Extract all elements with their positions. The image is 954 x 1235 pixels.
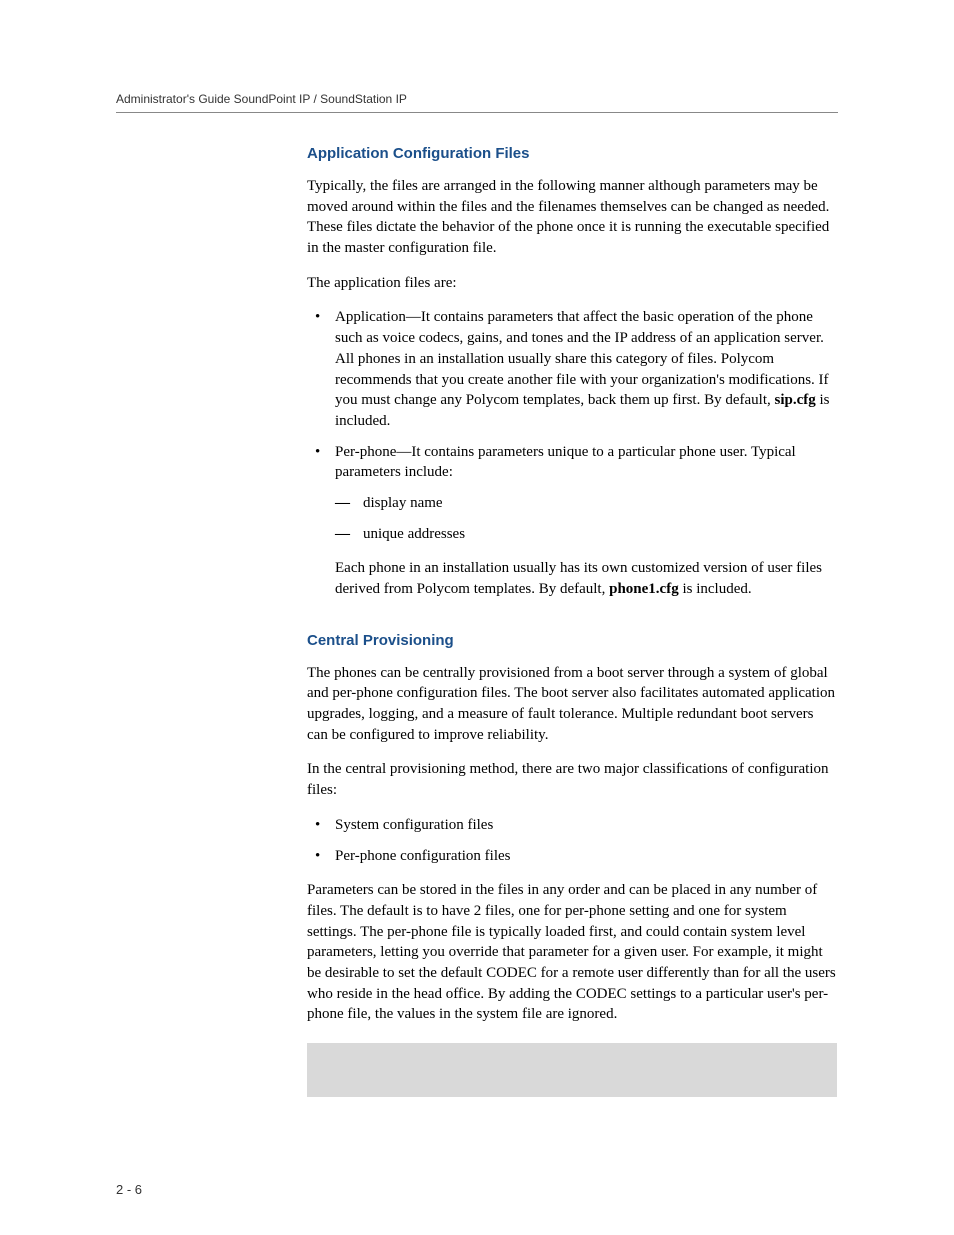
section2-paragraph-2: In the central provisioning method, ther…	[307, 759, 837, 800]
main-content: Application Configuration Files Typicall…	[307, 145, 837, 1097]
heading-central-provisioning: Central Provisioning	[307, 632, 837, 649]
dash-unique-addresses: unique addresses	[335, 524, 837, 545]
running-header: Administrator's Guide SoundPoint IP / So…	[116, 92, 838, 113]
section2-paragraph-1: The phones can be centrally provisioned …	[307, 663, 837, 746]
section1-after-sub: Each phone in an installation usually ha…	[307, 558, 837, 599]
bullet-application-text-pre: Application—It contains parameters that …	[335, 309, 829, 408]
page-number: 2 - 6	[116, 1182, 142, 1197]
bullet-per-phone-text: Per-phone—It contains parameters unique …	[335, 444, 796, 481]
dash-list: display name unique addresses	[335, 493, 837, 544]
running-title: Administrator's Guide SoundPoint IP / So…	[116, 92, 407, 106]
dash-display-name: display name	[335, 493, 837, 514]
after-sub-post: is included.	[679, 581, 752, 597]
bullet-application: Application—It contains parameters that …	[307, 307, 837, 431]
bullet-application-bold: sip.cfg	[775, 392, 816, 408]
section2-paragraph-3: Parameters can be stored in the files in…	[307, 880, 837, 1025]
section1-bullet-list: Application—It contains parameters that …	[307, 307, 837, 544]
section2-bullet-list: System configuration files Per-phone con…	[307, 815, 837, 866]
bullet-system-config: System configuration files	[307, 815, 837, 836]
bullet-per-phone: Per-phone—It contains parameters unique …	[307, 442, 837, 545]
after-sub-bold: phone1.cfg	[609, 581, 679, 597]
section1-paragraph-2: The application files are:	[307, 273, 837, 294]
section1-paragraph-1: Typically, the files are arranged in the…	[307, 176, 837, 259]
heading-application-config-files: Application Configuration Files	[307, 145, 837, 162]
gray-placeholder-box	[307, 1043, 837, 1097]
bullet-per-phone-config: Per-phone configuration files	[307, 846, 837, 867]
